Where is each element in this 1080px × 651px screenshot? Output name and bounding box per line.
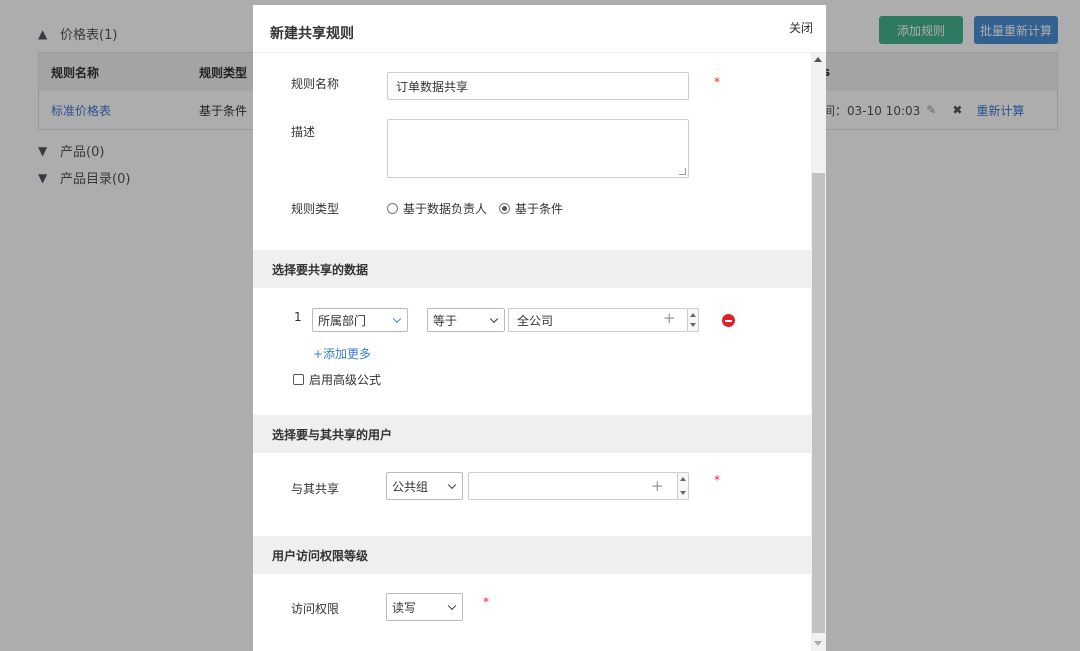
advanced-formula-label: 启用高级公式 — [309, 373, 382, 387]
radio-icon — [387, 203, 398, 214]
share-target-input[interactable] — [468, 472, 678, 500]
condition-operator-value: 等于 — [433, 313, 458, 328]
description-textarea[interactable] — [387, 119, 689, 178]
condition-operator-select[interactable]: 等于 — [427, 308, 505, 332]
access-label: 访问权限 — [291, 602, 340, 616]
radio-checked-icon — [499, 203, 511, 214]
radio-owner-based[interactable]: 基于数据负责人 — [387, 200, 487, 217]
share-spinner[interactable] — [677, 472, 689, 500]
rule-name-input[interactable]: 订单数据共享 — [387, 72, 689, 100]
advanced-formula-checkbox[interactable]: 启用高级公式 — [293, 371, 381, 388]
plus-icon[interactable]: + — [663, 309, 676, 327]
close-button[interactable]: 关闭 — [789, 19, 813, 36]
add-more-link[interactable]: +添加更多 — [313, 345, 371, 362]
required-mark: * — [714, 473, 720, 487]
share-type-select[interactable]: 公共组 — [386, 472, 463, 500]
chevron-down-icon — [447, 601, 457, 611]
value-spinner[interactable] — [687, 308, 699, 332]
rule-name-label: 规则名称 — [291, 77, 340, 91]
access-section-header: 用户访问权限等级 — [253, 536, 811, 574]
chevron-down-icon — [447, 480, 457, 490]
access-level-select[interactable]: 读写 — [386, 593, 463, 621]
spin-down-icon[interactable] — [690, 323, 696, 327]
users-section-header: 选择要与其共享的用户 — [253, 415, 811, 453]
checkbox-icon — [293, 374, 304, 385]
description-label: 描述 — [291, 125, 316, 139]
rule-type-label: 规则类型 — [291, 202, 340, 216]
remove-condition-icon[interactable] — [722, 314, 735, 327]
chevron-down-icon — [392, 314, 402, 324]
plus-icon[interactable]: + — [651, 477, 664, 495]
spin-down-icon[interactable] — [680, 491, 686, 495]
share-type-value: 公共组 — [392, 479, 429, 494]
condition-index: 1 — [294, 310, 302, 324]
spin-up-icon[interactable] — [690, 313, 696, 317]
resize-grip-icon[interactable] — [679, 168, 686, 175]
modal-header: 新建共享规则 关闭 — [253, 5, 826, 53]
spin-up-icon[interactable] — [680, 477, 686, 481]
share-rule-modal: 新建共享规则 关闭 规则名称 订单数据共享 * 描述 规则类型 基于数据负责人 … — [253, 5, 826, 651]
access-level-value: 读写 — [392, 600, 417, 615]
required-mark: * — [483, 595, 489, 609]
rule-type-radio-group: 基于数据负责人 基于条件 — [387, 200, 563, 217]
radio-condition-label: 基于条件 — [515, 202, 564, 216]
radio-condition-based[interactable]: 基于条件 — [499, 200, 563, 217]
condition-field-select[interactable]: 所属部门 — [312, 308, 408, 332]
radio-owner-label: 基于数据负责人 — [403, 202, 488, 216]
scroll-thumb[interactable] — [812, 173, 825, 633]
data-section-header: 选择要共享的数据 — [253, 250, 811, 288]
condition-field-value: 所属部门 — [318, 313, 367, 328]
required-mark: * — [714, 75, 720, 89]
scroll-down-icon[interactable] — [814, 641, 822, 646]
share-with-label: 与其共享 — [291, 482, 340, 496]
scroll-up-icon[interactable] — [814, 57, 822, 62]
chevron-down-icon — [489, 314, 499, 324]
condition-value-input[interactable]: 全公司 — [508, 308, 688, 332]
modal-body: 规则名称 订单数据共享 * 描述 规则类型 基于数据负责人 基于条件 选择要共享… — [253, 53, 811, 651]
modal-title: 新建共享规则 — [270, 26, 354, 42]
modal-scrollbar[interactable] — [811, 53, 826, 651]
